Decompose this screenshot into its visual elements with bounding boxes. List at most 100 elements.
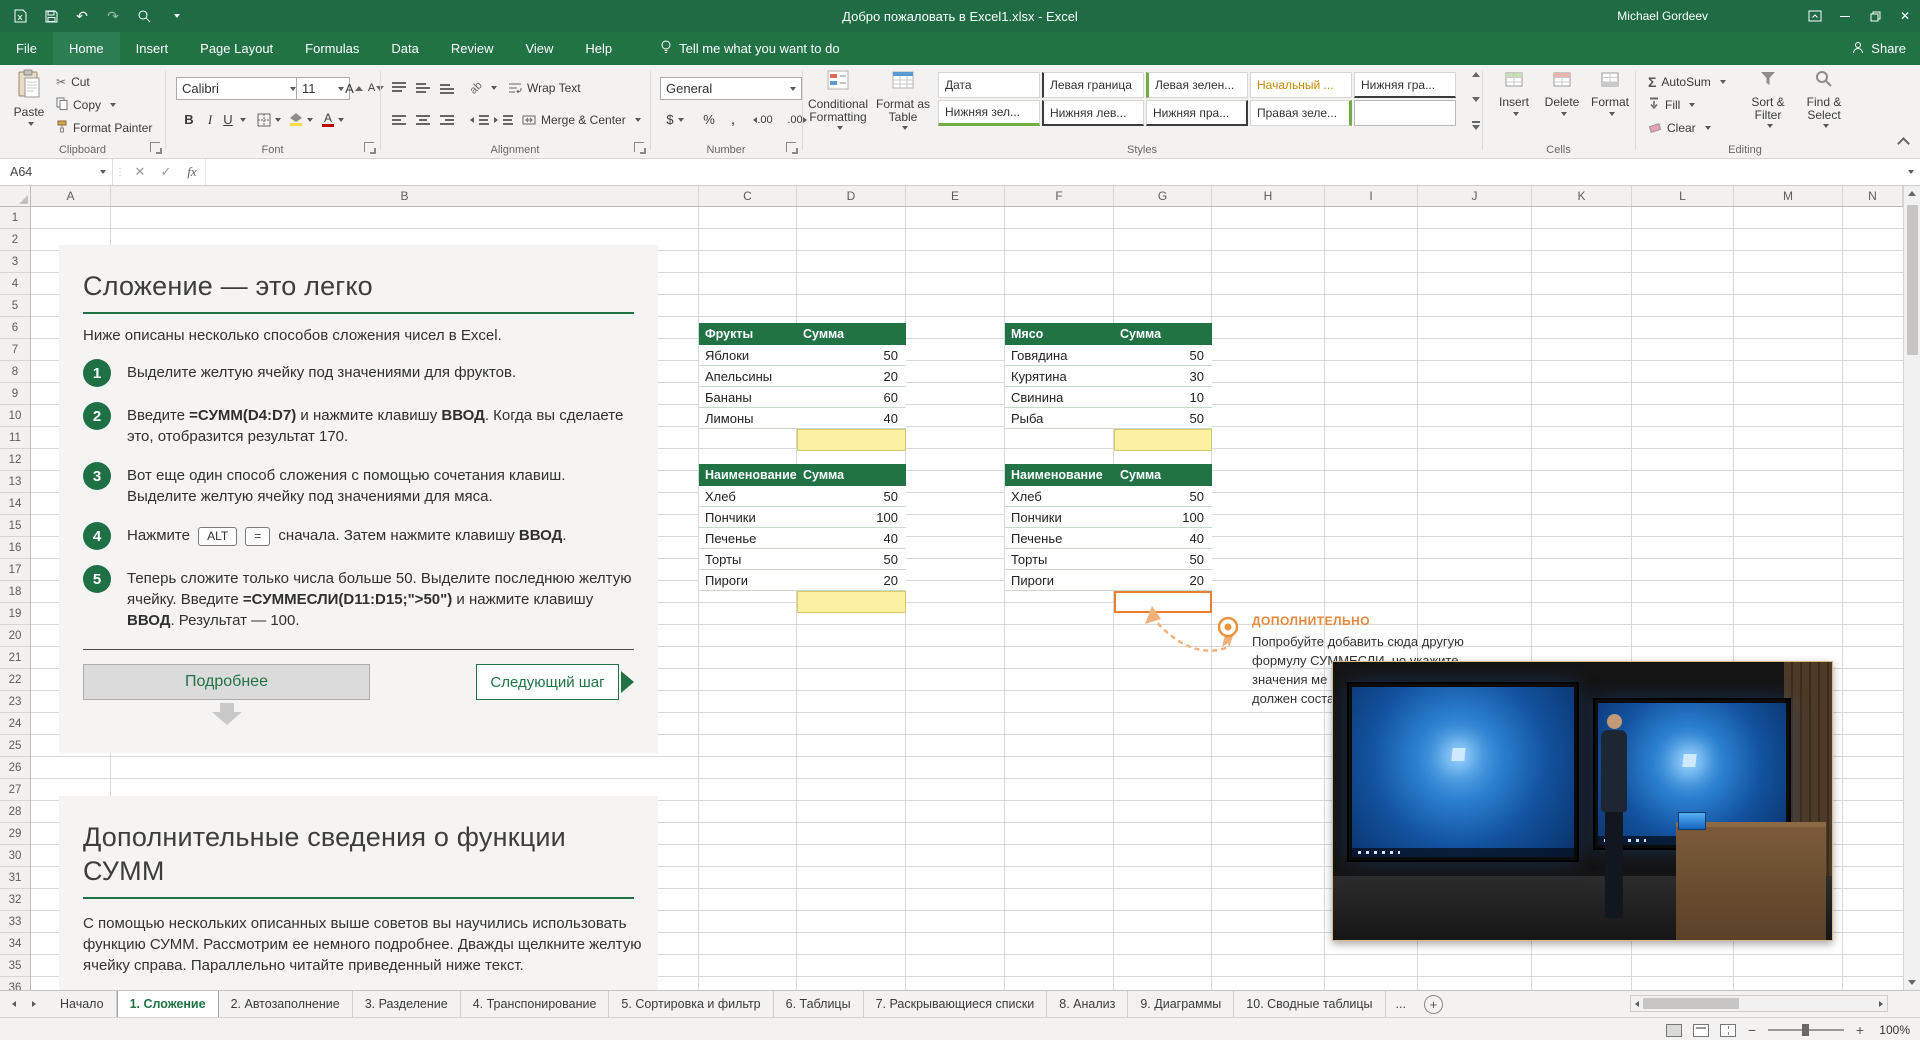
ribbon-tab-file[interactable]: File bbox=[0, 32, 53, 65]
row-header-23[interactable]: 23 bbox=[0, 691, 30, 713]
row-header-20[interactable]: 20 bbox=[0, 625, 30, 647]
row-header-34[interactable]: 34 bbox=[0, 933, 30, 955]
table-cell-value[interactable]: 60 bbox=[797, 387, 906, 407]
ribbon-tab-insert[interactable]: Insert bbox=[120, 32, 185, 65]
row-header-32[interactable]: 32 bbox=[0, 889, 30, 911]
column-header-M[interactable]: M bbox=[1734, 186, 1843, 206]
table-cell-name[interactable]: Печенье bbox=[1005, 528, 1114, 548]
table-cell-name[interactable]: Бананы bbox=[699, 387, 797, 407]
video-player[interactable] bbox=[1332, 661, 1833, 941]
cancel-icon[interactable]: ✕ bbox=[127, 159, 153, 185]
cell-style-item-2[interactable]: Левая граница bbox=[1042, 72, 1144, 98]
next-step-button[interactable]: Следующий шаг bbox=[476, 664, 634, 700]
clear-button[interactable]: Clear bbox=[1648, 117, 1711, 138]
vertical-scrollbar[interactable] bbox=[1903, 186, 1920, 990]
increase-decimal-button[interactable]: .00 bbox=[748, 109, 778, 130]
scroll-up-icon[interactable] bbox=[1908, 191, 1916, 196]
row-header-13[interactable]: 13 bbox=[0, 471, 30, 493]
row-header-30[interactable]: 30 bbox=[0, 845, 30, 867]
zoom-slider[interactable] bbox=[1768, 1029, 1844, 1031]
row-header-33[interactable]: 33 bbox=[0, 911, 30, 933]
column-header-J[interactable]: J bbox=[1418, 186, 1532, 206]
table-cell-value[interactable]: 50 bbox=[1114, 549, 1212, 569]
table-header-value[interactable]: Сумма bbox=[797, 323, 906, 345]
copy-button[interactable]: Copy bbox=[56, 94, 116, 115]
horizontal-scroll-thumb[interactable] bbox=[1643, 998, 1739, 1009]
row-header-35[interactable]: 35 bbox=[0, 955, 30, 977]
scroll-down-icon[interactable] bbox=[1908, 980, 1916, 985]
row-header-24[interactable]: 24 bbox=[0, 713, 30, 735]
row-header-4[interactable]: 4 bbox=[0, 273, 30, 295]
zoom-out-icon[interactable]: − bbox=[1747, 1022, 1757, 1038]
alignment-dialog-launcher-icon[interactable] bbox=[634, 142, 644, 152]
accounting-format-button[interactable]: $ bbox=[662, 109, 688, 130]
row-header-2[interactable]: 2 bbox=[0, 229, 30, 251]
align-left-button[interactable] bbox=[392, 109, 406, 130]
table-cell-name[interactable]: Пироги bbox=[1005, 570, 1114, 590]
align-middle-button[interactable] bbox=[416, 77, 430, 98]
row-header-8[interactable]: 8 bbox=[0, 361, 30, 383]
worksheet-grid[interactable]: Сложение — это легко Ниже описаны нескол… bbox=[31, 207, 1903, 990]
orientation-button[interactable]: ab bbox=[470, 77, 497, 98]
sheet-tab-10[interactable]: 9. Диаграммы bbox=[1128, 991, 1234, 1017]
decrease-indent-button[interactable] bbox=[470, 109, 489, 130]
formula-bar-splitter[interactable]: ⋮ bbox=[113, 159, 127, 185]
row-header-22[interactable]: 22 bbox=[0, 669, 30, 691]
table-cell-name[interactable]: Пончики bbox=[1005, 507, 1114, 527]
name-box[interactable]: A64 bbox=[0, 159, 113, 185]
table-cell-value[interactable]: 20 bbox=[1114, 570, 1212, 590]
align-center-button[interactable] bbox=[416, 109, 430, 130]
row-header-15[interactable]: 15 bbox=[0, 515, 30, 537]
row-header-14[interactable]: 14 bbox=[0, 493, 30, 515]
cell-style-item-8[interactable]: Нижняя пра... bbox=[1146, 100, 1248, 126]
table-cell-name[interactable]: Лимоны bbox=[699, 408, 797, 428]
gallery-scroll-down-icon[interactable] bbox=[1472, 97, 1480, 102]
column-header-F[interactable]: F bbox=[1005, 186, 1114, 206]
horizontal-scrollbar[interactable] bbox=[1630, 995, 1888, 1012]
paste-button[interactable]: Paste bbox=[8, 69, 50, 126]
table-cell-name[interactable]: Свинина bbox=[1005, 387, 1114, 407]
column-header-I[interactable]: I bbox=[1325, 186, 1418, 206]
format-cells-button[interactable]: Format bbox=[1588, 69, 1632, 116]
row-header-19[interactable]: 19 bbox=[0, 603, 30, 625]
table-cell-name[interactable]: Торты bbox=[1005, 549, 1114, 569]
table-cell-name[interactable]: Курятина bbox=[1005, 366, 1114, 386]
table-cell-value[interactable]: 30 bbox=[1114, 366, 1212, 386]
table-cell-value[interactable]: 20 bbox=[797, 570, 906, 590]
table-cell-value[interactable]: 10 bbox=[1114, 387, 1212, 407]
redo-icon[interactable]: ↷ bbox=[105, 8, 121, 24]
customize-qat-icon[interactable] bbox=[167, 8, 183, 24]
autosum-button[interactable]: Σ AutoSum bbox=[1648, 71, 1726, 92]
expand-formula-bar-icon[interactable] bbox=[1898, 159, 1920, 185]
cell-style-item-7[interactable]: Нижняя лев... bbox=[1042, 100, 1144, 126]
page-layout-view-icon[interactable] bbox=[1693, 1024, 1709, 1037]
number-dialog-launcher-icon[interactable] bbox=[786, 142, 796, 152]
underline-button[interactable]: U bbox=[220, 109, 236, 130]
sheet-tab-7[interactable]: 6. Таблицы bbox=[774, 991, 864, 1017]
tell-me-box[interactable]: Tell me what you want to do bbox=[650, 32, 849, 65]
share-button[interactable]: Share bbox=[1851, 32, 1906, 65]
table-cell-name[interactable]: Яблоки bbox=[699, 345, 797, 365]
table-cell-name[interactable]: Пироги bbox=[699, 570, 797, 590]
save-icon[interactable] bbox=[43, 8, 59, 24]
normal-view-icon[interactable] bbox=[1666, 1024, 1682, 1037]
sheet-tab-6[interactable]: 5. Сортировка и фильтр bbox=[609, 991, 773, 1017]
sheet-tab-11[interactable]: 10. Сводные таблицы bbox=[1234, 991, 1385, 1017]
cell-style-item-1[interactable]: Дата bbox=[938, 72, 1040, 98]
fill-color-button[interactable] bbox=[288, 109, 314, 130]
ribbon-tab-home[interactable]: Home bbox=[53, 32, 120, 65]
excel-app-icon[interactable] bbox=[12, 8, 28, 24]
ribbon-tab-view[interactable]: View bbox=[509, 32, 569, 65]
font-color-button[interactable]: A bbox=[320, 109, 346, 130]
yellow-input-cell[interactable] bbox=[1114, 429, 1212, 451]
undo-icon[interactable]: ↶ bbox=[74, 8, 90, 24]
table-cell-value[interactable]: 50 bbox=[1114, 345, 1212, 365]
ribbon-tab-help[interactable]: Help bbox=[569, 32, 628, 65]
underline-dropdown-icon[interactable] bbox=[236, 109, 246, 130]
percent-style-button[interactable]: % bbox=[700, 109, 718, 130]
yellow-input-cell[interactable] bbox=[797, 429, 906, 451]
borders-button[interactable] bbox=[256, 109, 282, 130]
table-cell-name[interactable]: Пончики bbox=[699, 507, 797, 527]
table-header-name[interactable]: Наименование bbox=[699, 464, 797, 486]
more-details-button[interactable]: Подробнее bbox=[83, 664, 370, 700]
